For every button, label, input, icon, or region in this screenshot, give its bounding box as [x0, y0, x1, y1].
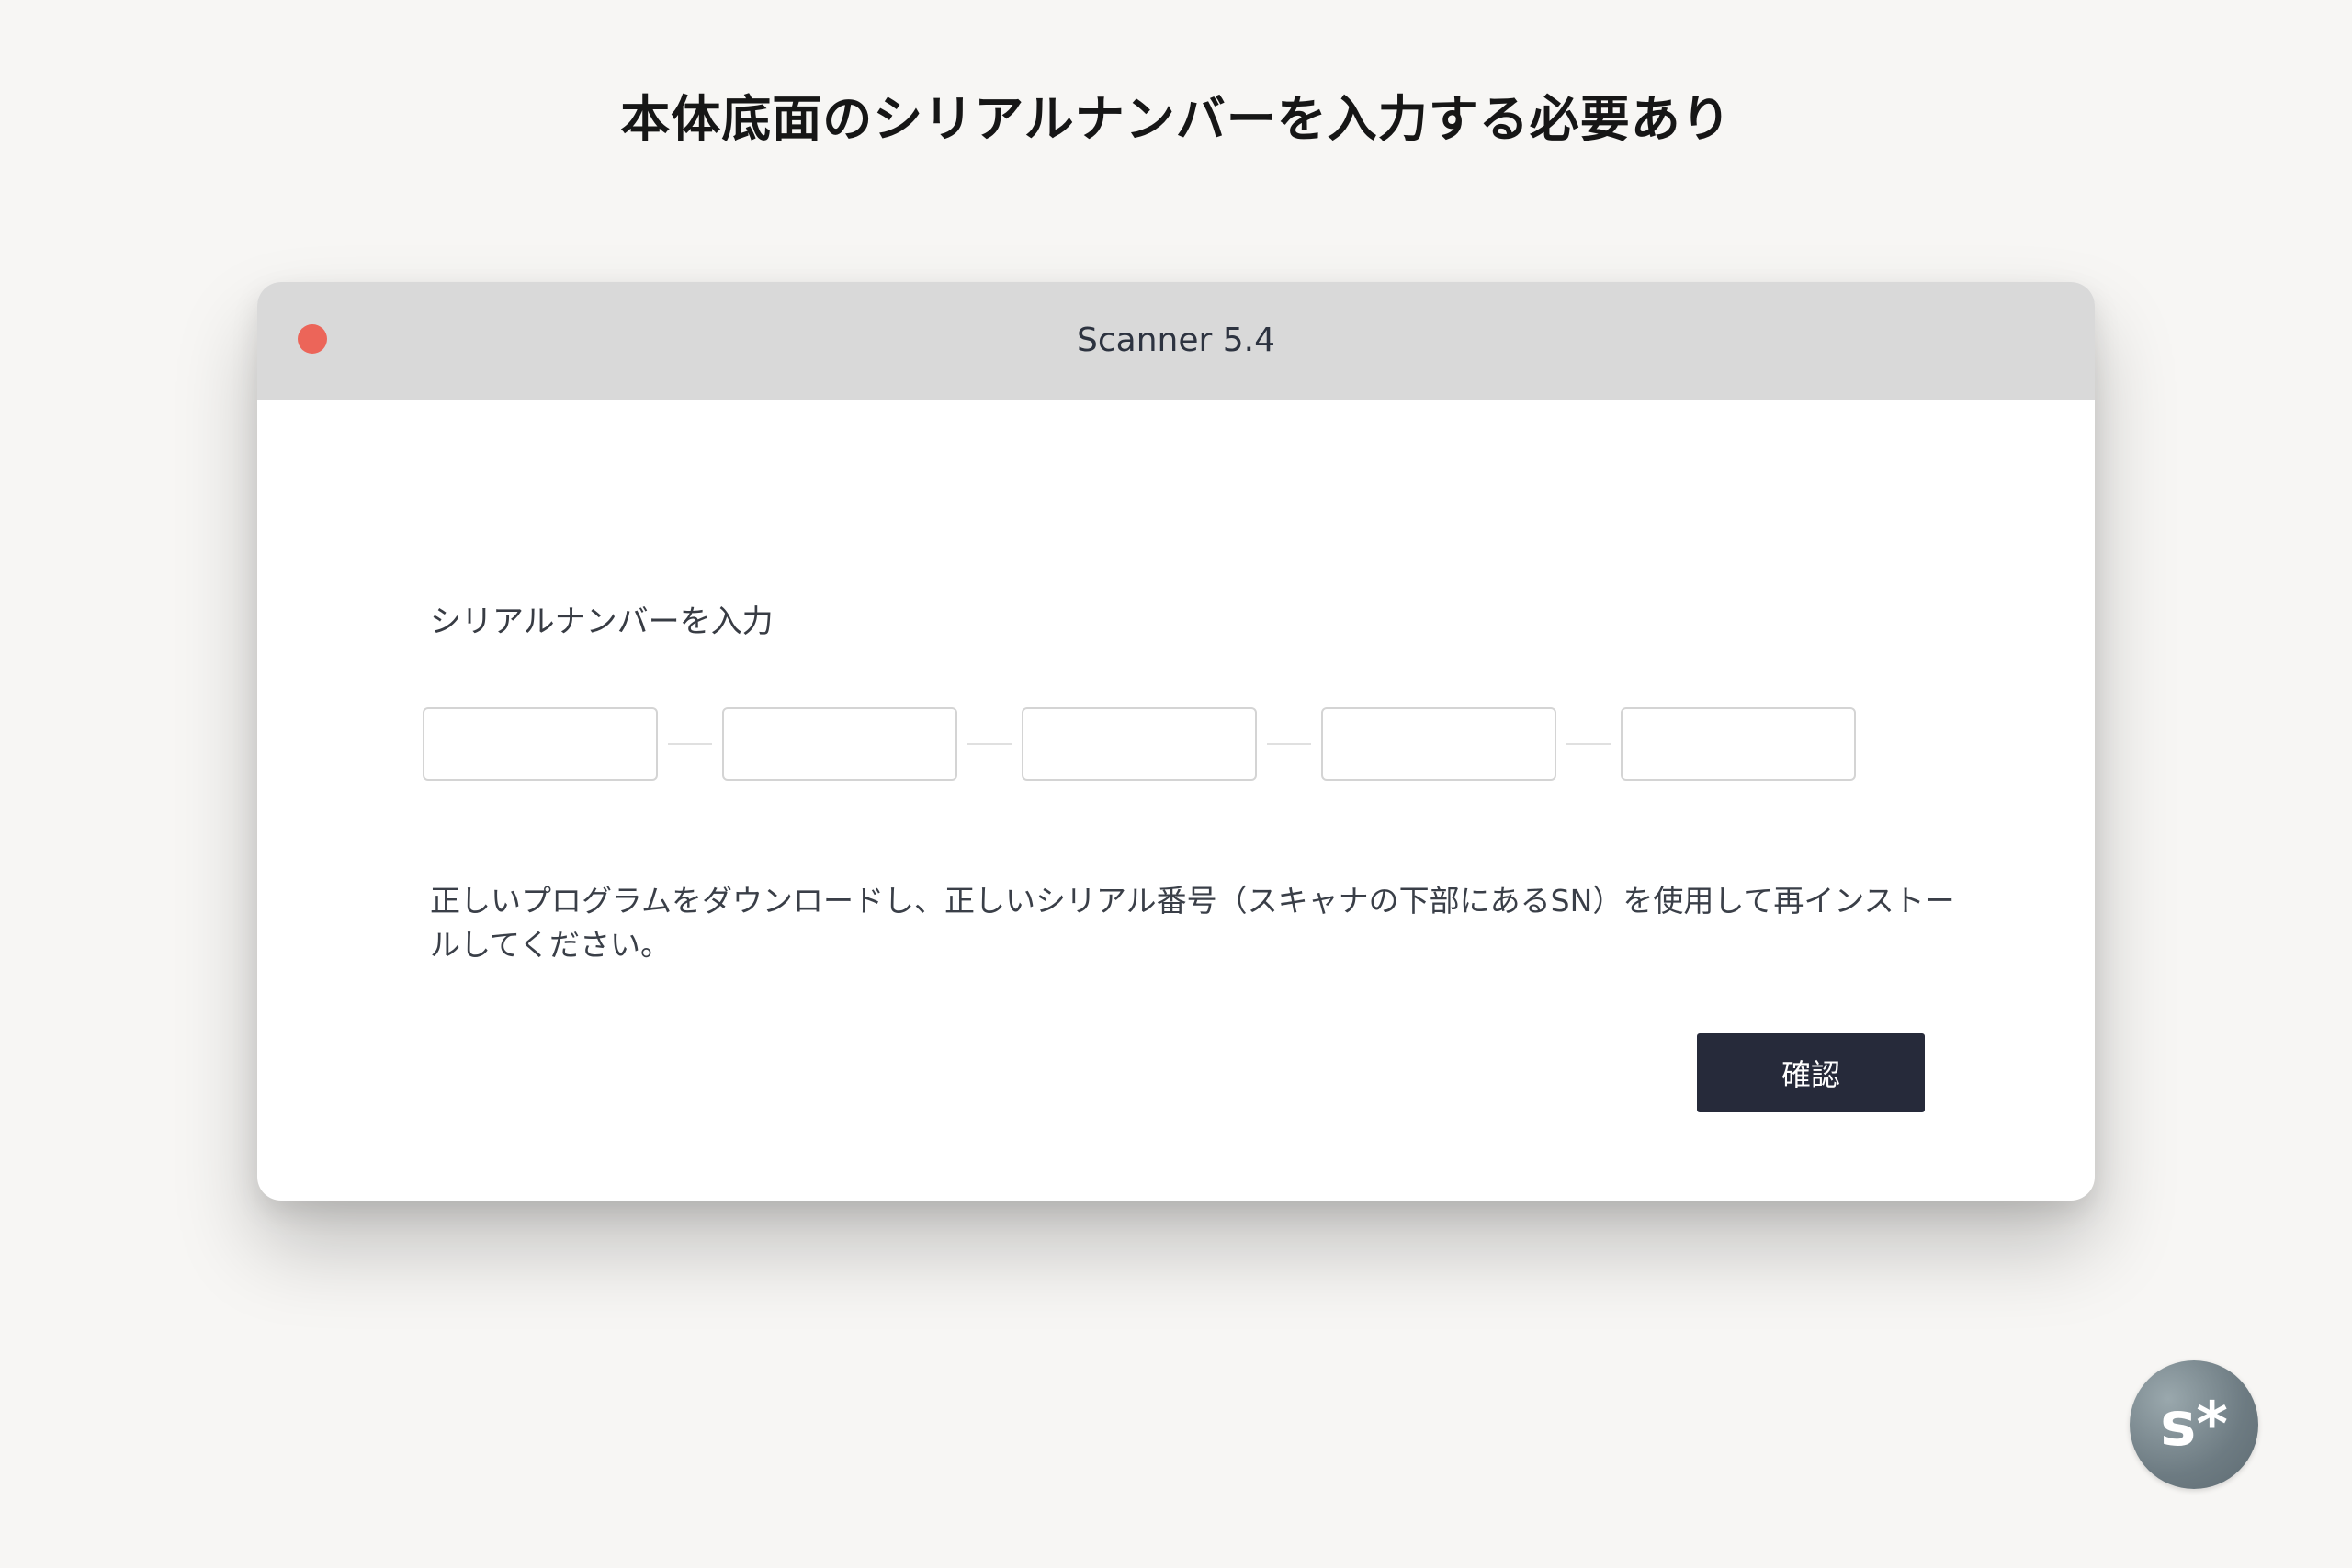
- window-titlebar: Scanner 5.4: [257, 282, 2095, 400]
- serial-field-2[interactable]: [722, 707, 957, 781]
- serial-number-fields: [423, 705, 1929, 784]
- confirm-button[interactable]: 確認: [1697, 1033, 1925, 1112]
- serial-field-5[interactable]: [1621, 707, 1856, 781]
- serial-separator: [1566, 743, 1611, 745]
- scanner-window: Scanner 5.4 シリアルナンバーを入力 正しいプログラムをダウンロードし…: [257, 282, 2095, 1201]
- serial-number-label: シリアルナンバーを入力: [430, 604, 774, 640]
- serial-separator: [668, 743, 712, 745]
- brand-logo-icon: s*: [2130, 1360, 2258, 1489]
- page-caption: 本体底面のシリアルナンバーを入力する必要あり: [620, 90, 1732, 148]
- brand-logo-text: s*: [2160, 1389, 2228, 1460]
- serial-field-3[interactable]: [1022, 707, 1257, 781]
- serial-field-1[interactable]: [423, 707, 658, 781]
- serial-field-4[interactable]: [1321, 707, 1556, 781]
- serial-separator: [1267, 743, 1311, 745]
- serial-separator: [967, 743, 1012, 745]
- help-message: 正しいプログラムをダウンロードし、正しいシリアル番号（スキャナの下部にあるSN）…: [430, 883, 1955, 963]
- window-title: Scanner 5.4: [1077, 321, 1275, 359]
